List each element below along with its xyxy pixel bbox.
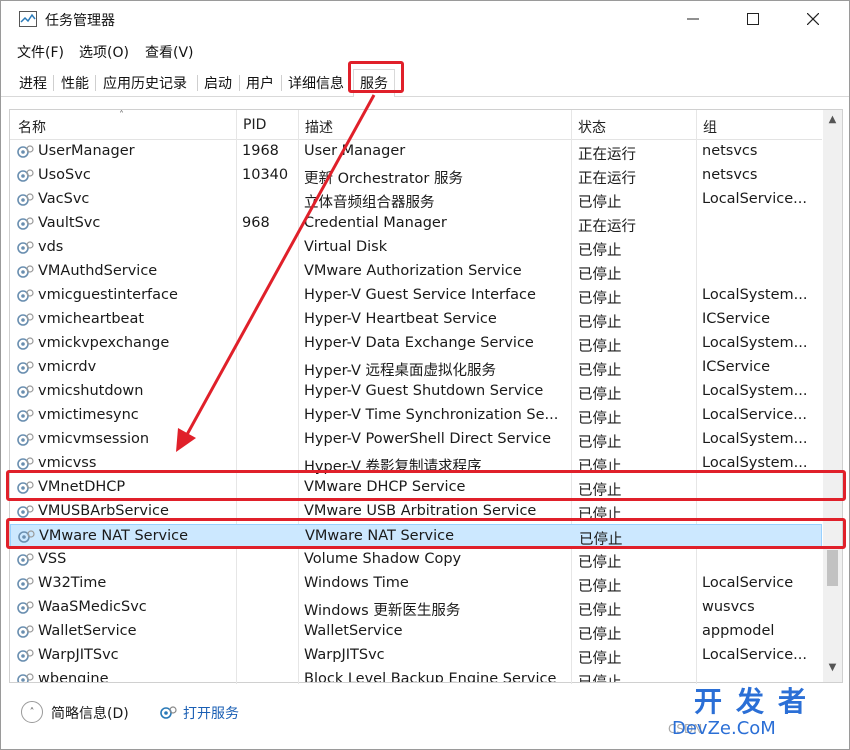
watermark-logo-text: 开发者 <box>694 685 821 718</box>
watermark-domain: DevZe.CoM <box>672 718 776 739</box>
annotation-arrow <box>176 94 376 452</box>
